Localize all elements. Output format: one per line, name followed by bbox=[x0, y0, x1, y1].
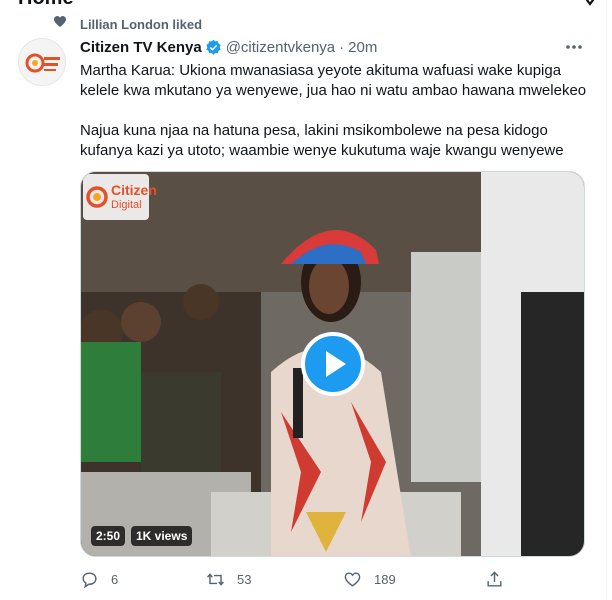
citizen-logo-icon bbox=[25, 53, 60, 73]
logo-line1: Citizen bbox=[111, 182, 157, 198]
video-duration: 2:50 bbox=[91, 526, 126, 546]
like-count: 189 bbox=[374, 571, 396, 587]
tweet-text: Martha Karua: Ukiona mwanasiasa yeyote a… bbox=[80, 61, 590, 161]
watermark-logo: Citizen Digital bbox=[83, 174, 157, 220]
tweet-paragraph-1: Martha Karua: Ukiona mwanasiasa yeyote a… bbox=[80, 62, 587, 99]
heart-filled-icon bbox=[54, 16, 66, 27]
retweet-count: 53 bbox=[237, 571, 252, 587]
social-context[interactable]: Lillian London liked bbox=[80, 17, 202, 32]
play-icon bbox=[326, 351, 346, 377]
share-button[interactable] bbox=[485, 569, 504, 589]
sparkle-icon[interactable] bbox=[582, 0, 598, 6]
more-options-icon[interactable] bbox=[563, 38, 585, 56]
heart-icon bbox=[344, 571, 361, 587]
logo-line2: Digital bbox=[111, 199, 142, 211]
retweet-button[interactable]: 53 bbox=[206, 569, 251, 589]
column-divider bbox=[606, 0, 607, 600]
like-button[interactable]: 189 bbox=[343, 569, 396, 589]
display-name[interactable]: Citizen TV Kenya bbox=[80, 39, 202, 56]
retweet-icon bbox=[207, 572, 224, 586]
timestamp[interactable]: 20m bbox=[348, 39, 377, 56]
handle[interactable]: @citizentvkenya bbox=[226, 39, 335, 56]
share-icon bbox=[487, 570, 502, 587]
citizen-digital-logo-icon bbox=[86, 186, 108, 208]
tweet-paragraph-2: Najua kuna njaa na hatuna pesa, lakini m… bbox=[80, 122, 564, 159]
reply-button[interactable]: 6 bbox=[80, 569, 118, 589]
tweet-author-row: Citizen TV Kenya @citizentvkenya · 20m bbox=[80, 37, 377, 57]
reply-icon bbox=[82, 571, 97, 588]
verified-badge-icon bbox=[206, 39, 221, 55]
reply-count: 6 bbox=[111, 571, 119, 587]
video-player[interactable]: Citizen Digital 2:50 1K views bbox=[80, 171, 585, 557]
play-button[interactable] bbox=[301, 332, 365, 396]
dot-separator: · bbox=[339, 38, 345, 56]
page-title: Home bbox=[18, 0, 74, 10]
view-count: 1K views bbox=[131, 526, 193, 546]
avatar[interactable] bbox=[18, 38, 66, 86]
